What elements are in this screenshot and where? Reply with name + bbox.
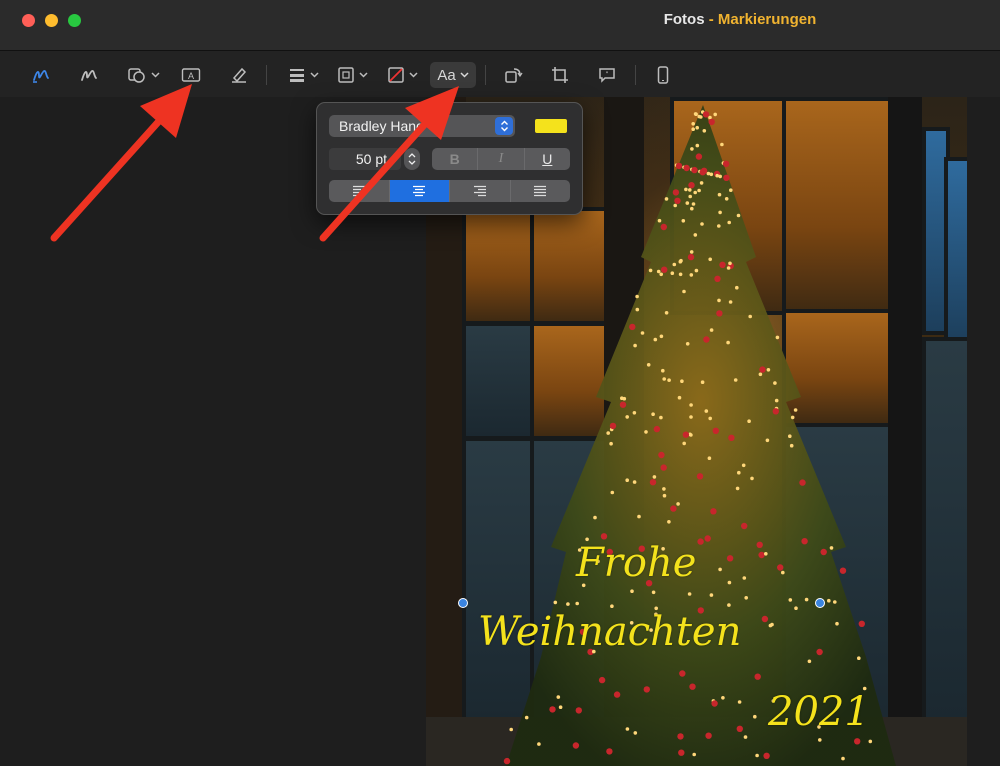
red-arrow-to-text-tool (50, 84, 192, 242)
annotation-arrows (50, 84, 459, 242)
red-arrow-to-text-style-button (319, 86, 459, 242)
